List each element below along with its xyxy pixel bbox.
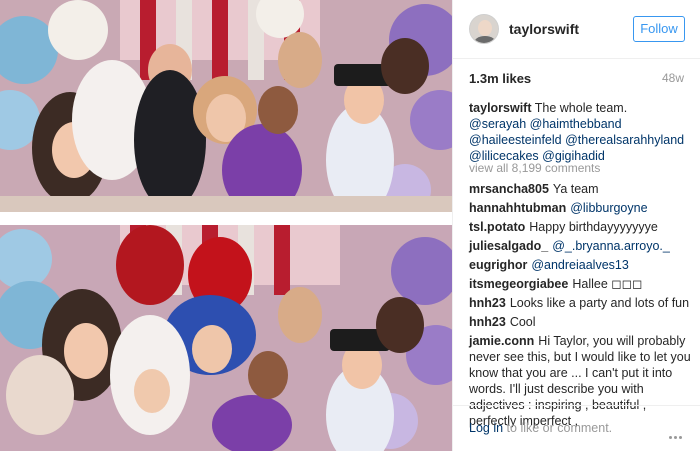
- comment-text: Happy birthdayyyyyyye: [529, 220, 658, 234]
- comment-username[interactable]: mrsancha805: [469, 182, 549, 196]
- comment-username[interactable]: hannahhtubman: [469, 201, 566, 215]
- comment-item: hnh23 Cool: [469, 314, 693, 330]
- comment-item: itsmegeorgiabee Hallee ◻◻◻: [469, 276, 693, 292]
- post-sidebar: taylorswift Follow 1.3m likes 48w taylor…: [452, 0, 700, 451]
- comment-item: hannahhtubman @libburgoyne: [469, 200, 693, 216]
- comment-text: Ya team: [552, 182, 599, 196]
- comment-text: Hallee ◻◻◻: [572, 277, 643, 291]
- login-link[interactable]: Log in: [469, 421, 503, 435]
- comment-item: mrsancha805 Ya team: [469, 181, 693, 197]
- more-options-icon[interactable]: [669, 426, 685, 439]
- comment-text: Cool: [509, 315, 536, 329]
- post-header: taylorswift Follow: [453, 0, 700, 59]
- comment-username[interactable]: jamie.conn: [469, 334, 534, 348]
- comment-text[interactable]: @andreiaalves13: [531, 258, 628, 272]
- caption-tag[interactable]: @haimthebband: [530, 117, 622, 131]
- comment-username[interactable]: hnh23: [469, 296, 506, 310]
- caption: taylorswift The whole team. @serayah @ha…: [469, 100, 687, 164]
- follow-button[interactable]: Follow: [633, 16, 685, 42]
- comment-item: hnh23 Looks like a party and lots of fun: [469, 295, 693, 311]
- post-footer: Log in to like or comment.: [453, 405, 700, 452]
- avatar[interactable]: [469, 14, 499, 44]
- comment-text: Looks like a party and lots of fun: [509, 296, 690, 310]
- comment-item: juliesalgado_ @_.bryanna.arroyo._: [469, 238, 693, 254]
- likes-count[interactable]: 1.3m likes: [469, 71, 531, 86]
- comment-text[interactable]: @_.bryanna.arroyo._: [552, 239, 670, 253]
- caption-username[interactable]: taylorswift: [469, 101, 532, 115]
- login-prompt: Log in to like or comment.: [469, 421, 612, 435]
- comment-item: eugrighor @andreiaalves13: [469, 257, 693, 273]
- caption-tag[interactable]: @therealsarahhyland: [565, 133, 684, 147]
- view-all-comments-link[interactable]: view all 8,199 comments: [469, 161, 600, 175]
- post-age: 48w: [661, 71, 684, 85]
- comment-username[interactable]: juliesalgado_: [469, 239, 548, 253]
- photo-bottom-frame: [0, 225, 452, 451]
- caption-tag[interactable]: @serayah: [469, 117, 526, 131]
- photo-top-frame: [0, 0, 452, 212]
- comment-username[interactable]: eugrighor: [469, 258, 527, 272]
- caption-text: The whole team.: [534, 101, 628, 115]
- comment-text[interactable]: @libburgoyne: [570, 201, 647, 215]
- comment-username[interactable]: itsmegeorgiabee: [469, 277, 568, 291]
- username-link[interactable]: taylorswift: [509, 21, 579, 37]
- comment-list: mrsancha805 Ya team hannahhtubman @libburg…: [469, 181, 693, 432]
- comment-username[interactable]: tsl.potato: [469, 220, 525, 234]
- post-photo[interactable]: [0, 0, 452, 451]
- login-prompt-text: to like or comment.: [506, 421, 613, 435]
- comment-username[interactable]: hnh23: [469, 315, 506, 329]
- comment-item: tsl.potato Happy birthdayyyyyyye: [469, 219, 693, 235]
- caption-tag[interactable]: @haileesteinfeld: [469, 133, 562, 147]
